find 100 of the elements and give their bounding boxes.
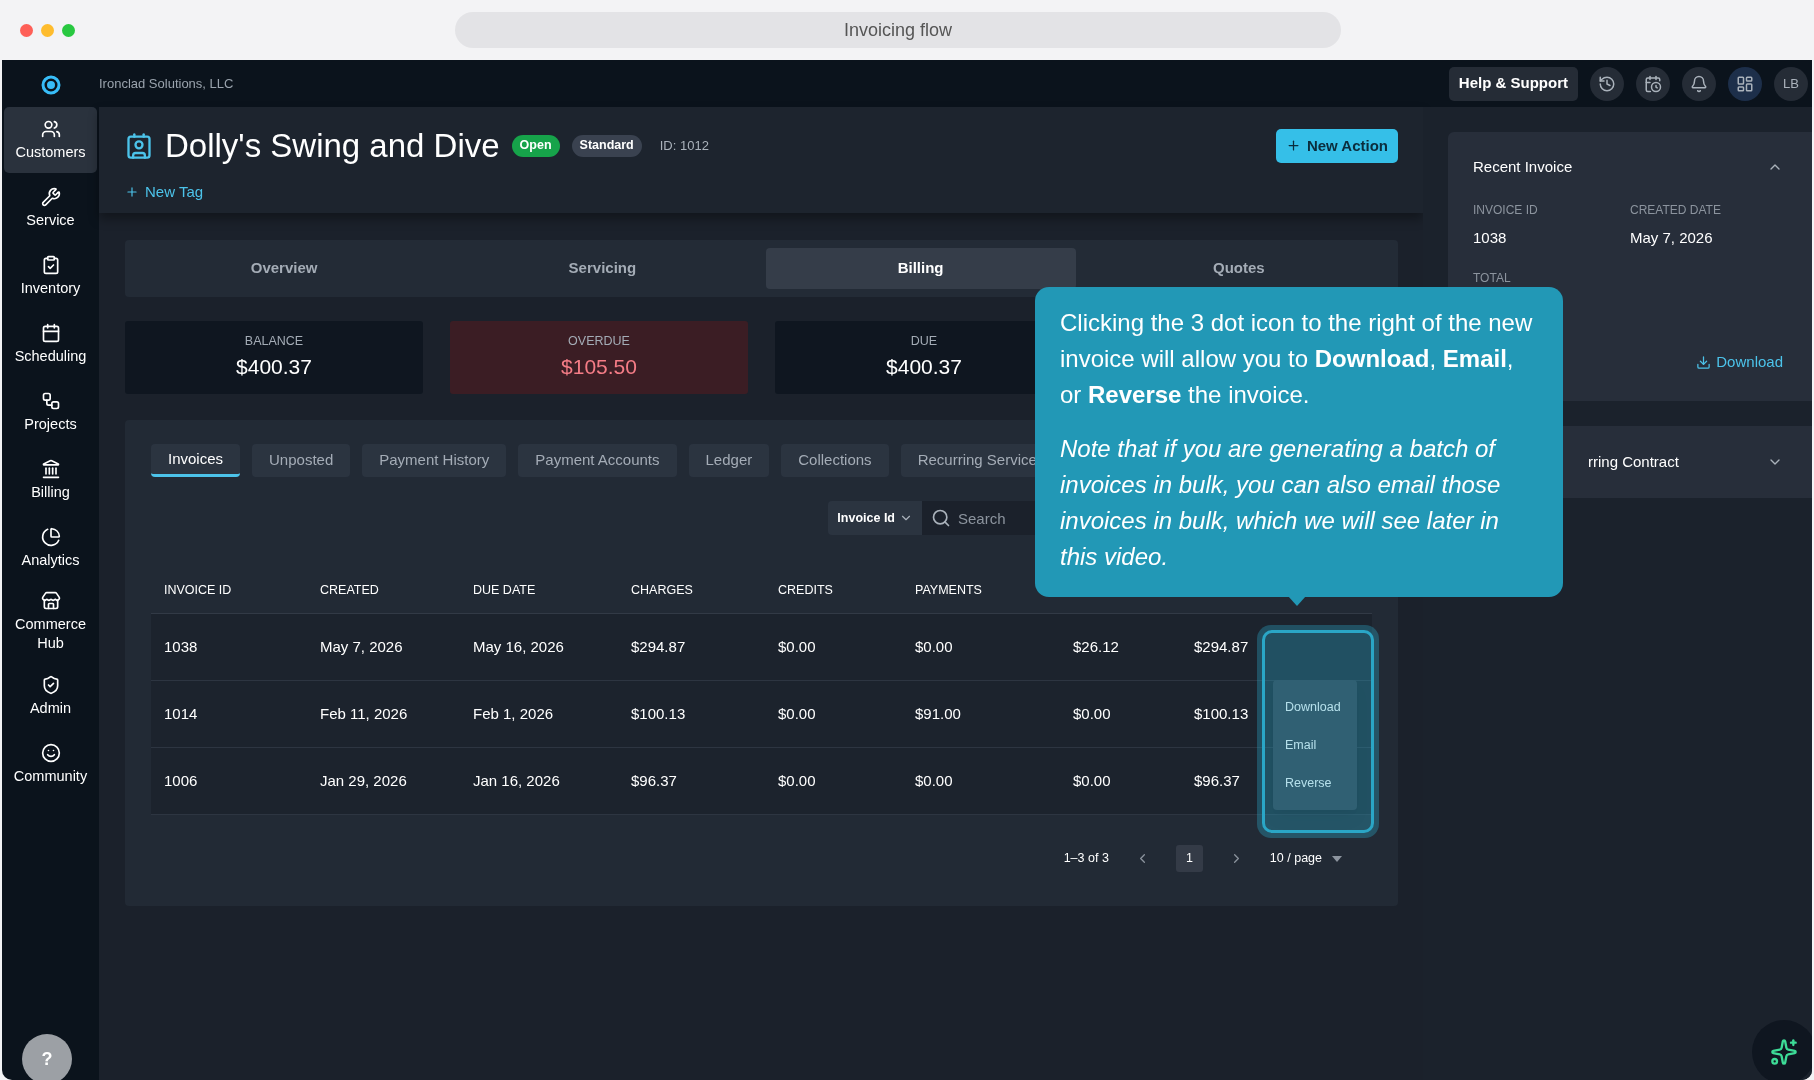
dashboard-icon [1736, 74, 1754, 93]
column-header: CREDITS [778, 583, 833, 597]
customer-id: ID: 1012 [659, 137, 709, 155]
bank-icon [40, 458, 61, 479]
sub-tab[interactable]: Invoices [151, 444, 241, 477]
menu-item[interactable]: Email [1273, 726, 1357, 764]
plus-icon [125, 184, 139, 199]
new-action-button[interactable]: New Action [1275, 128, 1398, 163]
table-cell: Feb 11, 2026 [320, 705, 408, 722]
sidebar-item[interactable]: Analytics [4, 515, 97, 581]
smile-icon [40, 742, 61, 763]
table-cell: $294.87 [631, 638, 686, 655]
new-tag-link[interactable]: New Tag [125, 180, 204, 203]
sidebar-item[interactable]: Projects [4, 379, 97, 445]
sidebar-item[interactable]: Service [4, 175, 97, 241]
page-button[interactable]: 1 [1175, 845, 1203, 872]
pie-chart-icon [40, 526, 61, 547]
table-cell: Jan 29, 2026 [320, 772, 407, 789]
sidebar-item[interactable]: Community [4, 731, 97, 797]
dashboard-button[interactable] [1728, 66, 1762, 101]
table-cell: $96.37 [1194, 772, 1240, 789]
sub-tab[interactable]: Payment History [362, 444, 507, 477]
sparkle-icon [1770, 1038, 1798, 1066]
users-icon [40, 118, 61, 139]
store-icon [40, 591, 61, 611]
caret-down-icon [1332, 855, 1342, 862]
help-support-button[interactable]: Help & Support [1448, 66, 1578, 101]
column-header: PAYMENTS [915, 583, 982, 597]
table-cell: $100.13 [1194, 705, 1249, 722]
column-header: CREATED [320, 583, 379, 597]
table-cell: $91.00 [915, 705, 961, 722]
sidebar-item[interactable]: Admin [4, 663, 97, 729]
table-cell: May 16, 2026 [473, 638, 564, 655]
field-label: TOTAL [1473, 271, 1511, 285]
field-label: CREATED DATE [1630, 201, 1722, 219]
table-cell: $0.00 [915, 638, 953, 655]
column-header: INVOICE ID [164, 583, 232, 597]
sidebar-item[interactable]: Commerce Hub [4, 583, 97, 661]
status-badge: Standard [571, 134, 642, 157]
customer-name: Dolly's Swing and Dive [165, 126, 500, 166]
sub-tab[interactable]: Ledger [688, 444, 770, 477]
table-cell: $26.12 [1073, 638, 1119, 655]
table-cell: 1014 [164, 705, 198, 722]
sidebar-item[interactable]: Scheduling [4, 311, 97, 377]
tab[interactable]: Servicing [447, 248, 758, 289]
table-cell: $0.00 [1073, 772, 1111, 789]
menu-item[interactable]: Reverse [1273, 764, 1357, 802]
column-header: CHARGES [631, 583, 693, 597]
history-button[interactable] [1590, 66, 1624, 101]
status-badge: Open [511, 134, 560, 157]
table-cell: $0.00 [1073, 705, 1111, 722]
download-icon [1696, 354, 1712, 370]
sidebar-item[interactable]: Inventory [4, 243, 97, 309]
table-cell: Jan 16, 2026 [473, 772, 560, 789]
tooltip-note: Note that if you are generating a batch of invoices in bulk, you can also email those invoices in bulk, which we will see later in this video. [1060, 434, 1502, 572]
page-size-select[interactable]: 10 / page [1269, 849, 1342, 868]
download-link[interactable]: Download [1696, 351, 1783, 374]
search-icon [931, 508, 951, 528]
assistant-button[interactable] [1752, 1020, 1812, 1080]
field-value: May 7, 2026 [1630, 227, 1714, 248]
table-cell: $294.87 [1194, 638, 1249, 655]
stat-card: BALANCE $400.37 [125, 321, 423, 394]
filter-dropdown[interactable]: Invoice Id [828, 501, 922, 535]
plus-icon [1285, 138, 1301, 154]
table-cell: 1006 [164, 772, 198, 789]
calendar-clock-icon [1644, 74, 1662, 93]
notification-icon [1690, 74, 1708, 93]
tools-icon [40, 186, 61, 207]
history-icon [1598, 74, 1616, 93]
contact-icon [125, 131, 153, 160]
table-cell: 1038 [164, 638, 198, 655]
tab[interactable]: Quotes [1083, 248, 1394, 289]
sidebar-item[interactable]: Customers [4, 107, 97, 173]
company-name: Ironclad Solutions, LLC [99, 74, 234, 93]
card-title: Recent Invoice [1473, 157, 1573, 177]
table-cell: $0.00 [778, 638, 816, 655]
tab[interactable]: Billing [765, 248, 1076, 289]
sub-tab[interactable]: Collections [781, 444, 889, 477]
user-avatar[interactable]: LB [1774, 66, 1808, 101]
calendar-icon [40, 322, 61, 343]
table-cell: $96.37 [631, 772, 677, 789]
sub-tab[interactable]: Unposted [252, 444, 351, 477]
hierarchy-icon [40, 390, 61, 411]
table-cell: Feb 1, 2026 [473, 705, 554, 722]
tab[interactable]: Overview [129, 248, 440, 289]
table-cell: $0.00 [778, 705, 816, 722]
card-title: rring Contract [1588, 451, 1679, 472]
table-cell: $0.00 [778, 772, 816, 789]
table-cell: $100.13 [631, 705, 686, 722]
notification-button[interactable] [1682, 66, 1716, 101]
menu-item[interactable]: Download [1273, 688, 1357, 726]
field-label: INVOICE ID [1473, 201, 1539, 219]
sidebar-item[interactable]: Billing [4, 447, 97, 513]
window-title: Invoicing flow [455, 12, 1341, 48]
pagination-range: 1–3 of 3 [1063, 850, 1109, 868]
table-cell: May 7, 2026 [320, 638, 403, 655]
calendar-clock-button[interactable] [1636, 66, 1670, 101]
sub-tab[interactable]: Payment Accounts [518, 444, 677, 477]
field-value: 1038 [1473, 227, 1508, 248]
column-header: DUE DATE [473, 583, 536, 597]
